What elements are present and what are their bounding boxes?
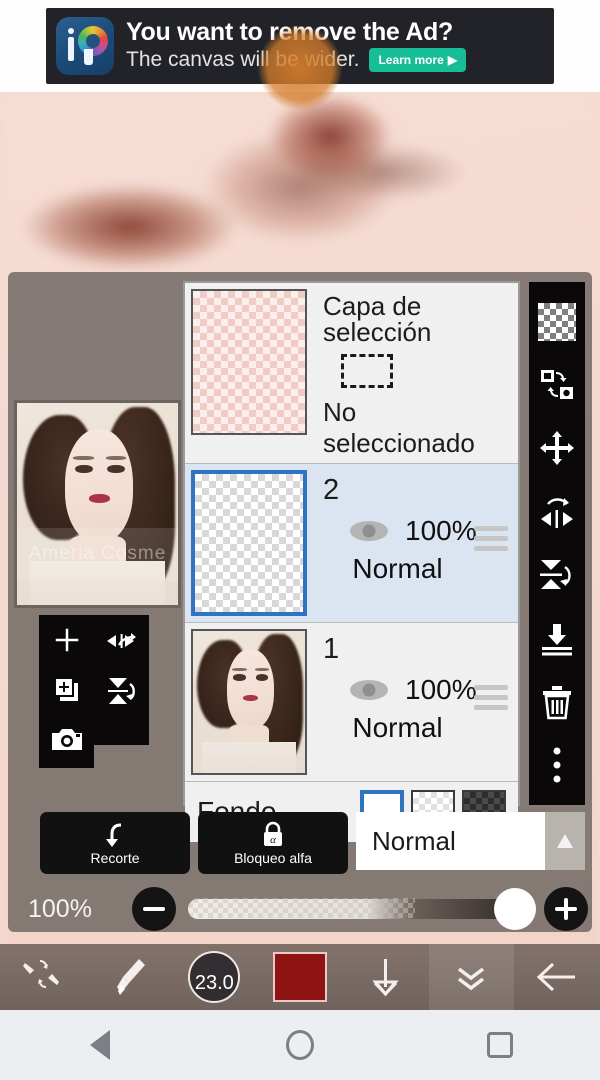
- triangle-left-icon: [90, 1030, 110, 1060]
- opacity-increase-button[interactable]: [544, 887, 588, 931]
- ad-banner[interactable]: You want to remove the Ad? The canvas wi…: [46, 8, 554, 84]
- opacity-row: 100%: [28, 884, 588, 934]
- android-navigation-bar: [0, 1010, 600, 1080]
- blend-mode-select[interactable]: Normal: [356, 812, 585, 870]
- rotate-flip-horizontal-button[interactable]: [533, 486, 581, 538]
- eye-icon[interactable]: [347, 517, 391, 545]
- opacity-slider[interactable]: [188, 888, 536, 930]
- play-arrow-icon: ▶: [447, 53, 458, 68]
- move-layer-button[interactable]: [533, 422, 581, 474]
- selection-layer-thumbnail[interactable]: [191, 289, 307, 435]
- layers-list: Capa de selección No seleccionado 2 100%…: [183, 281, 520, 842]
- circle-icon: [286, 1030, 314, 1060]
- back-button[interactable]: [514, 944, 600, 1010]
- learn-more-button[interactable]: Learn more ▶: [369, 48, 467, 73]
- triangle-up-icon[interactable]: [545, 812, 585, 870]
- layer-blend-mode: Normal: [352, 712, 443, 743]
- clipping-label: Recorte: [90, 849, 140, 866]
- layer-blend-mode: Normal: [352, 553, 443, 584]
- alpha-lock-icon: α: [259, 821, 287, 849]
- opacity-value: 100%: [28, 894, 92, 923]
- ibispaint-logo-icon: [56, 17, 114, 75]
- layer-right-toolbar: [529, 282, 585, 805]
- ad-text: You want to remove the Ad? The canvas wi…: [126, 18, 544, 73]
- alpha-lock-label: Bloqueo alfa: [234, 849, 312, 866]
- canvas-preview-thumbnail[interactable]: Ameria Cosme: [14, 400, 181, 608]
- color-swatch-icon: [273, 952, 328, 1002]
- layer-opacity: 100%: [405, 515, 477, 546]
- duplicate-layer-button[interactable]: [39, 665, 94, 715]
- color-swatch[interactable]: [257, 944, 343, 1010]
- layer-actions-row: Recorte α Bloqueo alfa Normal: [40, 812, 585, 874]
- opacity-slider-knob[interactable]: [494, 888, 536, 930]
- layer-name: 1: [323, 633, 340, 665]
- flip-vertical-button[interactable]: [94, 665, 149, 715]
- selection-layer-status: No seleccionado: [323, 397, 475, 458]
- blend-mode-value: Normal: [356, 812, 545, 870]
- drag-handle-icon[interactable]: [474, 526, 508, 556]
- swap-layers-button[interactable]: [533, 359, 581, 411]
- add-layer-button[interactable]: [39, 615, 94, 665]
- table-row[interactable]: 2 100% Normal: [185, 464, 518, 623]
- android-home-button[interactable]: [265, 1020, 335, 1070]
- flip-horizontal-button[interactable]: [94, 615, 149, 665]
- selection-layer-title: Capa de selección: [323, 291, 432, 347]
- alpha-lock-button[interactable]: α Bloqueo alfa: [198, 812, 348, 874]
- android-back-button[interactable]: [65, 1020, 135, 1070]
- selection-marquee-icon: [341, 354, 393, 388]
- download-button[interactable]: [343, 944, 429, 1010]
- app-root: You want to remove the Ad? The canvas wi…: [0, 0, 600, 1080]
- square-icon: [487, 1032, 513, 1058]
- preview-watermark: Ameria Cosme: [17, 528, 178, 581]
- android-recents-button[interactable]: [465, 1020, 535, 1070]
- selection-layer-row[interactable]: Capa de selección No seleccionado: [185, 283, 518, 464]
- drag-handle-icon[interactable]: [474, 685, 508, 715]
- eye-icon[interactable]: [347, 676, 391, 704]
- merge-down-button[interactable]: [533, 613, 581, 665]
- layer-opacity: 100%: [405, 674, 477, 705]
- learn-more-label: Learn more: [378, 53, 444, 68]
- ad-title: You want to remove the Ad?: [126, 18, 453, 47]
- rotate-flip-vertical-button[interactable]: [533, 549, 581, 601]
- layer-left-toolbar: [39, 615, 149, 750]
- camera-button[interactable]: [39, 715, 94, 765]
- layers-panel: Ameria Cosme Capa de selección No selecc…: [8, 272, 592, 932]
- more-options-button[interactable]: [533, 739, 581, 791]
- layer-name: 2: [323, 474, 340, 506]
- clipping-arrow-icon: [98, 821, 132, 849]
- layer-thumbnail[interactable]: [191, 629, 307, 775]
- brush-size-value: 23.0: [188, 951, 241, 1003]
- clipping-button[interactable]: Recorte: [40, 812, 190, 874]
- brush-size[interactable]: 23.0: [171, 944, 257, 1010]
- collapse-button[interactable]: [428, 944, 515, 1010]
- brush-tool[interactable]: [86, 944, 172, 1010]
- opacity-decrease-button[interactable]: [132, 887, 176, 931]
- ad-subtitle: The canvas will be wider.: [126, 48, 360, 72]
- delete-layer-button[interactable]: [533, 676, 581, 728]
- app-bottom-toolbar: 23.0: [0, 944, 600, 1010]
- ad-banner-container: You want to remove the Ad? The canvas wi…: [0, 0, 600, 110]
- layer-thumbnail[interactable]: [191, 470, 307, 616]
- transparency-button[interactable]: [533, 296, 581, 348]
- svg-text:α: α: [270, 834, 276, 846]
- brush-eraser-toggle[interactable]: [0, 944, 86, 1010]
- table-row[interactable]: 1 100% Normal: [185, 623, 518, 782]
